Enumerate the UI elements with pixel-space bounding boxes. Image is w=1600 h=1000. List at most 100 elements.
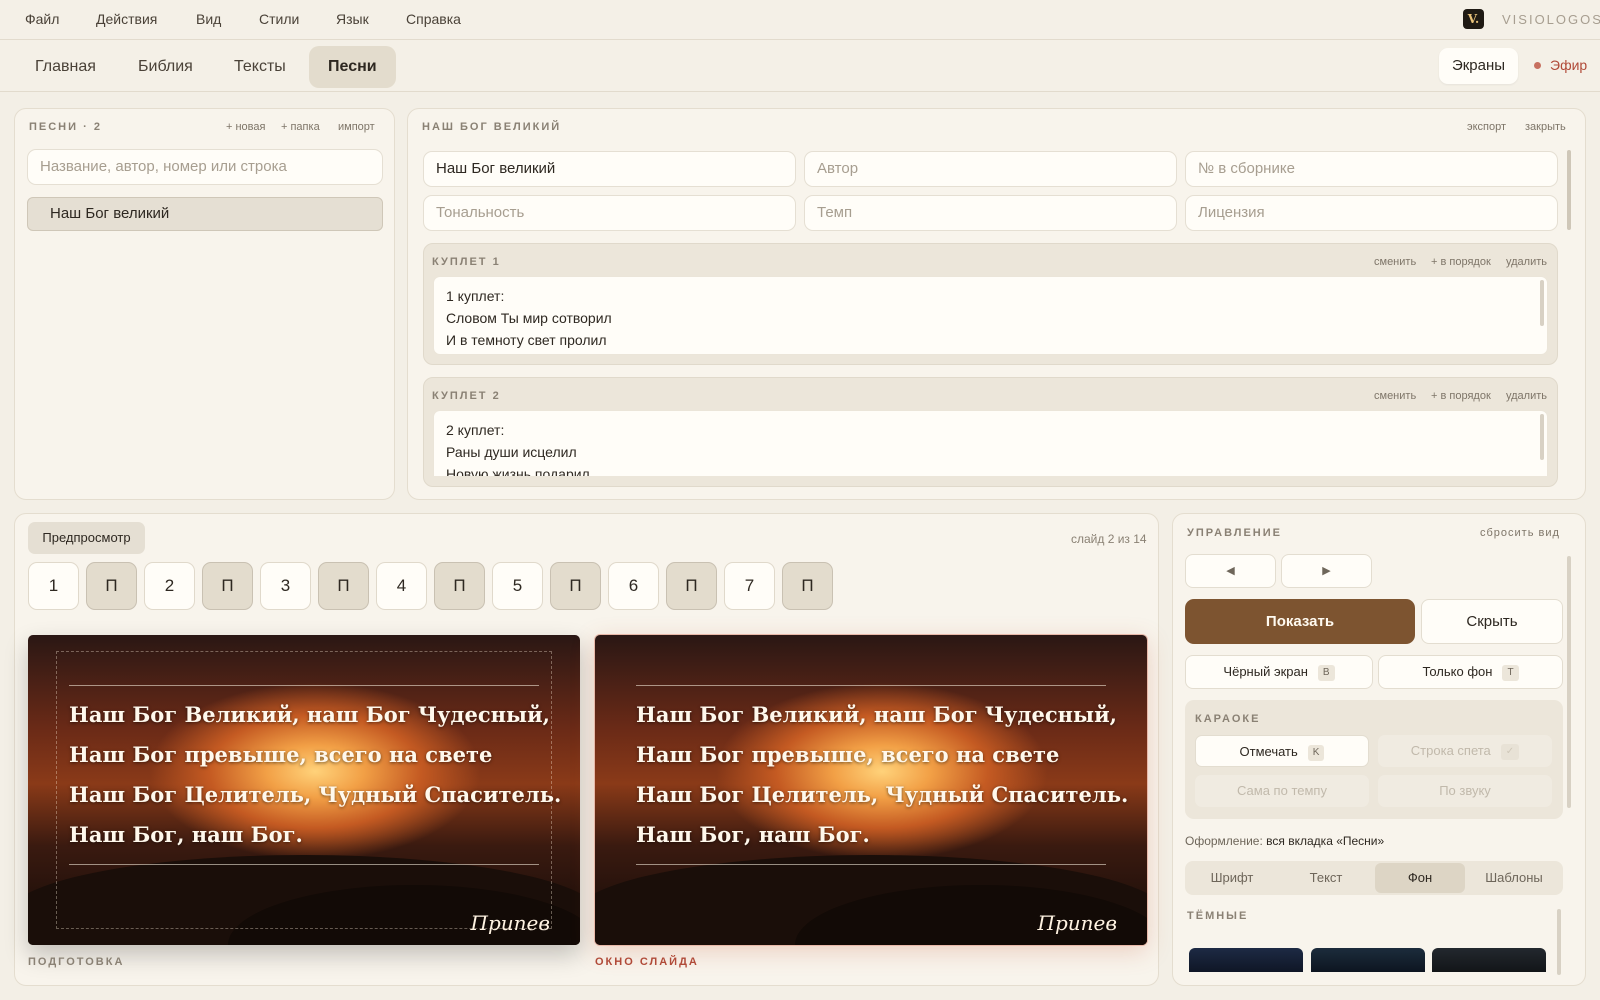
karaoke-by-sound-button[interactable]: По звуку bbox=[1378, 775, 1552, 807]
background-thumbnail[interactable] bbox=[1189, 948, 1303, 972]
segment-background[interactable]: Фон bbox=[1375, 863, 1465, 893]
menu-file[interactable]: Файл bbox=[25, 11, 59, 27]
new-folder-link[interactable]: + папка bbox=[281, 121, 320, 133]
main-tabs: Главная Библия Тексты Песни bbox=[0, 40, 1600, 92]
show-button[interactable]: Показать bbox=[1185, 599, 1415, 644]
slide-chip-chorus[interactable]: П bbox=[666, 562, 717, 610]
verse-line: Словом Ты мир сотворил bbox=[446, 310, 612, 326]
background-thumbnail[interactable] bbox=[1311, 948, 1425, 972]
control-scrollbar[interactable] bbox=[1567, 556, 1571, 808]
slide-rule bbox=[69, 685, 539, 686]
slide-lyric-line: Наш Бог превыше, всего на свете bbox=[69, 742, 493, 767]
check-icon: ✓ bbox=[1500, 744, 1520, 760]
brand-name: VISIOLOGOS bbox=[1502, 12, 1600, 27]
live-slide-preview[interactable]: Наш Бог Великий, наш Бог Чудесный, Наш Б… bbox=[595, 635, 1147, 945]
slide-chip-verse[interactable]: 3 bbox=[260, 562, 311, 610]
author-field[interactable]: Автор bbox=[804, 151, 1177, 187]
tab-texts[interactable]: Тексты bbox=[215, 46, 305, 88]
verse-scrollbar[interactable] bbox=[1540, 414, 1544, 460]
segment-templates[interactable]: Шаблоны bbox=[1469, 863, 1559, 893]
slide-rule bbox=[69, 864, 539, 865]
slide-section-tag: Припев bbox=[470, 911, 550, 935]
songs-title: ПЕСНИ · 2 bbox=[29, 121, 102, 133]
verse-label: КУПЛЕТ 1 bbox=[432, 256, 501, 268]
reset-view-link[interactable]: сбросить вид bbox=[1480, 527, 1560, 539]
export-link[interactable]: экспорт bbox=[1467, 121, 1506, 133]
slide-chip-verse[interactable]: 4 bbox=[376, 562, 427, 610]
hymnal-number-field[interactable]: № в сборнике bbox=[1185, 151, 1558, 187]
control-title: УПРАВЛЕНИЕ bbox=[1187, 527, 1282, 539]
verse-change-link[interactable]: сменить bbox=[1374, 256, 1416, 268]
menu-actions[interactable]: Действия bbox=[96, 11, 157, 27]
tab-songs[interactable]: Песни bbox=[309, 46, 396, 88]
verse-line: 1 куплет: bbox=[446, 288, 505, 304]
verse-line: Новую жизнь подарил bbox=[446, 466, 590, 476]
menu-language[interactable]: Язык bbox=[336, 11, 369, 27]
tab-home[interactable]: Главная bbox=[16, 46, 115, 88]
verse-delete-link[interactable]: удалить bbox=[1506, 256, 1547, 268]
close-link[interactable]: закрыть bbox=[1525, 121, 1566, 133]
verse-add-order-link[interactable]: + в порядок bbox=[1431, 390, 1491, 402]
segment-text[interactable]: Текст bbox=[1281, 863, 1371, 893]
karaoke-line-sung-label: Строка спета bbox=[1410, 743, 1491, 758]
design-scope: Оформление: вся вкладка «Песни» bbox=[1185, 834, 1384, 848]
live-caption: ОКНО СЛАЙДА bbox=[595, 956, 699, 968]
menu-view[interactable]: Вид bbox=[196, 11, 221, 27]
karaoke-mark-label: Отмечать bbox=[1239, 744, 1298, 759]
background-only-button[interactable]: Только фон T bbox=[1378, 655, 1563, 689]
slide-chip-chorus[interactable]: П bbox=[782, 562, 833, 610]
shortcut-key: T bbox=[1502, 665, 1519, 681]
preview-tab[interactable]: Предпросмотр bbox=[28, 522, 145, 554]
karaoke-auto-tempo-button[interactable]: Сама по темпу bbox=[1195, 775, 1369, 807]
slide-chip-chorus[interactable]: П bbox=[202, 562, 253, 610]
prep-slide-preview[interactable]: Наш Бог Великий, наш Бог Чудесный, Наш Б… bbox=[28, 635, 580, 945]
tempo-field[interactable]: Темп bbox=[804, 195, 1177, 231]
slide-lyric-line: Наш Бог Великий, наш Бог Чудесный, bbox=[69, 702, 550, 727]
slide-counter: слайд 2 из 14 bbox=[1071, 532, 1147, 546]
live-button[interactable]: Эфир bbox=[1550, 57, 1587, 73]
slide-rule bbox=[636, 864, 1106, 865]
verse-change-link[interactable]: сменить bbox=[1374, 390, 1416, 402]
verse-delete-link[interactable]: удалить bbox=[1506, 390, 1547, 402]
slide-chip-chorus[interactable]: П bbox=[318, 562, 369, 610]
background-thumbnail[interactable] bbox=[1432, 948, 1546, 972]
license-field[interactable]: Лицензия bbox=[1185, 195, 1558, 231]
slide-chip-chorus[interactable]: П bbox=[550, 562, 601, 610]
new-song-link[interactable]: + новая bbox=[226, 121, 265, 133]
segment-font[interactable]: Шрифт bbox=[1187, 863, 1277, 893]
design-value: вся вкладка «Песни» bbox=[1266, 834, 1385, 848]
karaoke-mark-button[interactable]: Отмечать K bbox=[1195, 735, 1369, 767]
slide-rule bbox=[636, 685, 1106, 686]
screens-button[interactable]: Экраны bbox=[1439, 48, 1518, 84]
song-search-input[interactable]: Название, автор, номер или строка bbox=[27, 149, 383, 185]
key-field[interactable]: Тональность bbox=[423, 195, 796, 231]
slide-chip-verse[interactable]: 7 bbox=[724, 562, 775, 610]
menu-help[interactable]: Справка bbox=[406, 11, 461, 27]
slide-chip-verse[interactable]: 6 bbox=[608, 562, 659, 610]
song-list-item[interactable]: Наш Бог великий bbox=[27, 197, 383, 231]
black-screen-button[interactable]: Чёрный экран B bbox=[1185, 655, 1373, 689]
menu-styles[interactable]: Стили bbox=[259, 11, 299, 27]
slide-chip-chorus[interactable]: П bbox=[86, 562, 137, 610]
slide-chip-verse[interactable]: 2 bbox=[144, 562, 195, 610]
verse-label: КУПЛЕТ 2 bbox=[432, 390, 501, 402]
slide-chip-verse[interactable]: 5 bbox=[492, 562, 543, 610]
hide-button[interactable]: Скрыть bbox=[1421, 599, 1563, 644]
slide-lyric-line: Наш Бог, наш Бог. bbox=[636, 822, 870, 847]
background-only-label: Только фон bbox=[1422, 664, 1493, 679]
slide-chip-chorus[interactable]: П bbox=[434, 562, 485, 610]
verse-textarea[interactable]: 2 куплет: Раны души исцелил Новую жизнь … bbox=[433, 410, 1548, 476]
slide-chip-verse[interactable]: 1 bbox=[28, 562, 79, 610]
prev-slide-button[interactable]: ◀ bbox=[1185, 554, 1276, 588]
import-link[interactable]: импорт bbox=[338, 121, 375, 133]
editor-scrollbar[interactable] bbox=[1567, 150, 1571, 230]
verse-add-order-link[interactable]: + в порядок bbox=[1431, 256, 1491, 268]
next-slide-button[interactable]: ▶ bbox=[1281, 554, 1372, 588]
verse-textarea[interactable]: 1 куплет: Словом Ты мир сотворил И в тем… bbox=[433, 276, 1548, 355]
song-title-field[interactable]: Наш Бог великий bbox=[423, 151, 796, 187]
tab-bible[interactable]: Библия bbox=[119, 46, 212, 88]
karaoke-line-sung-button[interactable]: Строка спета ✓ bbox=[1378, 735, 1552, 767]
backgrounds-scrollbar[interactable] bbox=[1557, 909, 1561, 975]
verse-scrollbar[interactable] bbox=[1540, 280, 1544, 326]
shortcut-key: B bbox=[1317, 665, 1335, 681]
